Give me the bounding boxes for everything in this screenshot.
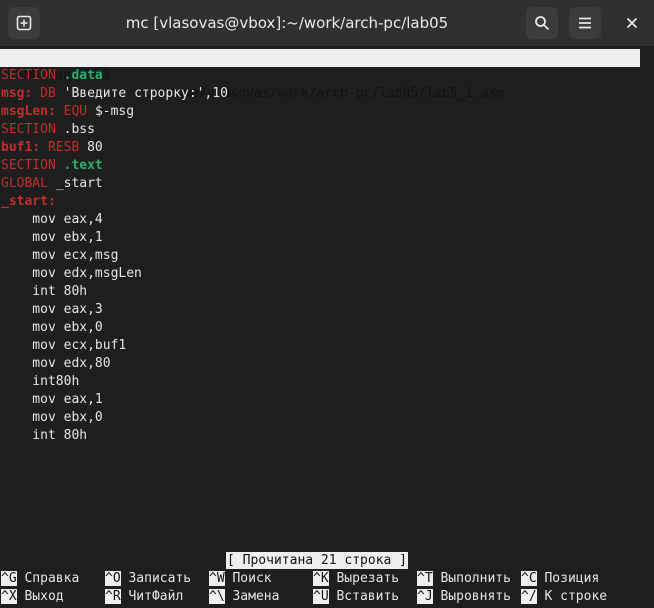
code-line-14[interactable]: mov eax,3 (1, 301, 102, 319)
new-tab-button[interactable] (8, 7, 40, 39)
terminal-content[interactable]: GNU nano 7.2 /home/vlasovas/work/arch-pc… (0, 47, 654, 608)
shortcut-label: Замена (232, 589, 280, 604)
code-line-12[interactable]: mov edx,msgLen (1, 265, 142, 283)
keyword-global: GLOBAL (1, 176, 48, 191)
code-line-15[interactable]: mov ebx,0 (1, 319, 102, 337)
code-line-6[interactable]: SECTION .text (1, 157, 103, 175)
code-line-20[interactable]: mov ebx,0 (1, 409, 102, 427)
shortcut-replace[interactable]: ^\ Замена (209, 588, 279, 606)
label: buf1: (1, 140, 41, 155)
hamburger-menu-icon (579, 17, 591, 29)
shortcut-label: Позиция (544, 571, 600, 586)
shortcut-location[interactable]: ^C Позиция (521, 570, 599, 588)
code-line-5[interactable]: buf1: RESB 80 (1, 139, 103, 157)
shortcut-exit[interactable]: ^X Выход (1, 588, 64, 606)
shortcut-label: Выход (24, 589, 64, 604)
shortcut-key: ^W (209, 571, 225, 586)
terminal-window: mc [vlasovas@vbox]:~/work/arch-pc/lab05 … (0, 0, 654, 608)
code-line-9[interactable]: mov eax,4 (1, 211, 102, 229)
shortcut-execute[interactable]: ^T Выполнить (417, 570, 511, 588)
title-bar: mc [vlasovas@vbox]:~/work/arch-pc/lab05 (0, 0, 654, 47)
directive: RESB (47, 140, 80, 155)
menu-button[interactable] (569, 7, 601, 39)
shortcut-label: Записать (128, 571, 192, 586)
shortcut-key: ^/ (521, 589, 537, 604)
shortcut-help[interactable]: ^G Справка (1, 570, 79, 588)
window-title: mc [vlasovas@vbox]:~/work/arch-pc/lab05 (125, 14, 449, 32)
code-line-3[interactable]: msgLen: EQU $-msg (1, 103, 134, 121)
code-line-18[interactable]: int80h (1, 373, 79, 391)
code-line-13[interactable]: int 80h (1, 283, 87, 301)
operand: 'Введите строрку:',10 (63, 86, 228, 101)
shortcut-label: Поиск (232, 571, 272, 586)
label: msg: (1, 86, 33, 101)
label: _start: (1, 194, 56, 209)
status-message: [ Прочитана 21 строка ] (226, 552, 409, 569)
section-name: .data (63, 68, 103, 83)
shortcut-go-to-line[interactable]: ^/ К строке (521, 588, 607, 606)
shortcut-key: ^O (105, 571, 121, 586)
code-line-1[interactable]: SECTION .data (1, 67, 103, 85)
shortcut-justify[interactable]: ^J Выровнять (417, 588, 511, 606)
section-name: .text (63, 158, 103, 173)
code-line-19[interactable]: mov eax,1 (1, 391, 102, 409)
new-tab-icon (16, 15, 32, 31)
shortcut-label: Вырезать (336, 571, 400, 586)
keyword-section: SECTION (1, 158, 56, 173)
keyword-section: SECTION (1, 122, 56, 137)
shortcut-key: ^J (417, 589, 433, 604)
shortcut-cut[interactable]: ^K Вырезать (313, 570, 399, 588)
operand: $-msg (94, 104, 135, 119)
shortcut-paste[interactable]: ^U Вставить (313, 588, 399, 606)
code-line-7[interactable]: GLOBAL _start (1, 175, 103, 193)
close-icon (626, 17, 638, 29)
code-line-8[interactable]: _start: (1, 193, 56, 211)
shortcut-key: ^C (521, 571, 537, 586)
code-line-17[interactable]: mov edx,80 (1, 355, 110, 373)
directive: DB (40, 86, 56, 101)
label: msgLen: (1, 104, 56, 119)
shortcut-label: Вставить (336, 589, 400, 604)
shortcut-key: ^K (313, 571, 329, 586)
shortcut-label: ЧитФайл (128, 589, 184, 604)
code-line-10[interactable]: mov ebx,1 (1, 229, 102, 247)
shortcut-write[interactable]: ^O Записать (105, 570, 191, 588)
shortcut-key: ^U (313, 589, 329, 604)
operand: _start (55, 176, 103, 191)
code-line-21[interactable]: int 80h (1, 427, 87, 445)
shortcut-label: Справка (24, 571, 80, 586)
keyword-section: SECTION (1, 68, 56, 83)
shortcut-label: К строке (544, 589, 608, 604)
operand: 80 (87, 140, 103, 155)
nano-header-bar: GNU nano 7.2 /home/vlasovas/work/arch-pc… (0, 49, 640, 101)
code-line-11[interactable]: mov ecx,msg (1, 247, 118, 265)
shortcut-label: Выполнить (440, 571, 511, 586)
directive: EQU (63, 104, 88, 119)
search-icon (535, 16, 550, 31)
code-line-4[interactable]: SECTION .bss (1, 121, 95, 139)
shortcut-read-file[interactable]: ^R ЧитФайл (105, 588, 183, 606)
code-line-16[interactable]: mov ecx,buf1 (1, 337, 126, 355)
shortcut-key: ^T (417, 571, 433, 586)
shortcut-key: ^G (1, 571, 17, 586)
shortcut-key: ^R (105, 589, 121, 604)
shortcut-label: Выровнять (440, 589, 511, 604)
code-line-2[interactable]: msg: DB 'Введите строрку:',10 (1, 85, 228, 103)
shortcut-key: ^X (1, 589, 17, 604)
shortcut-search[interactable]: ^W Поиск (209, 570, 272, 588)
close-button[interactable] (616, 7, 648, 39)
shortcut-key: ^\ (209, 589, 225, 604)
section-name: .bss (63, 122, 95, 137)
search-button[interactable] (526, 7, 558, 39)
